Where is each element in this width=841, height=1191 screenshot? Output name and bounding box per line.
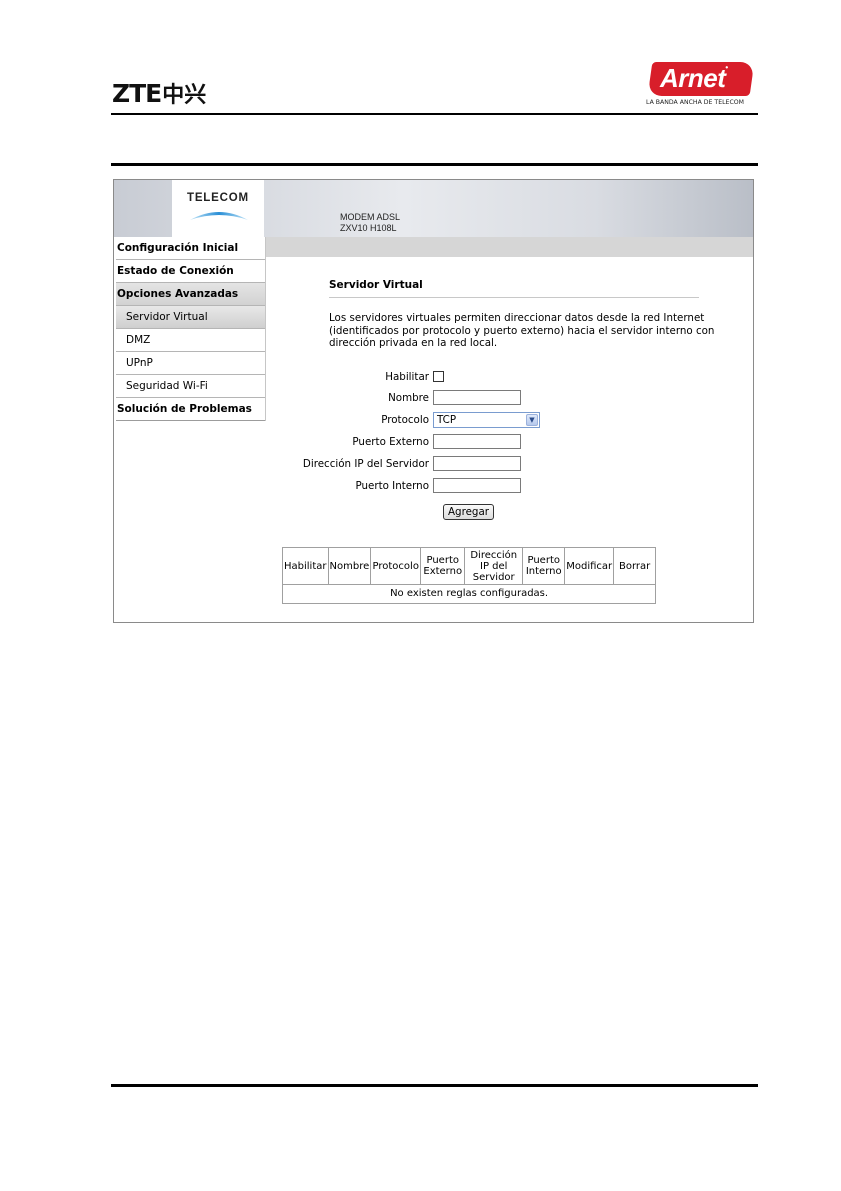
col-header-protocolo: Protocolo <box>370 547 422 585</box>
top-subbar <box>266 237 753 257</box>
col-header-puerto-interno-line1: Puerto <box>527 555 560 566</box>
server-ip-input[interactable] <box>433 456 521 471</box>
col-header-modificar: Modificar <box>564 547 615 585</box>
col-header-puerto-externo: Puerto Externo <box>420 547 466 585</box>
internal-port-input[interactable] <box>433 478 521 493</box>
internal-port-label: Puerto Interno <box>355 480 429 492</box>
external-port-input[interactable] <box>433 434 521 449</box>
col-header-puerto-interno: Puerto Interno <box>522 547 566 585</box>
model-line-2: ZXV10 H108L <box>340 223 397 233</box>
sidebar-item-servidor-virtual[interactable]: Servidor Virtual <box>116 306 265 329</box>
col-header-habilitar: Habilitar <box>282 547 329 585</box>
col-header-borrar: Borrar <box>613 547 657 585</box>
col-header-ip-line1: Dirección <box>470 549 518 561</box>
col-header-ip-servidor: Dirección IP del Servidor <box>464 547 524 585</box>
section-divider <box>111 163 758 166</box>
protocol-select[interactable]: TCP ▼ <box>433 412 540 428</box>
router-ui-screenshot: TELECOM MODEM ADSL ZXV10 H108L Configura… <box>113 179 754 623</box>
add-button[interactable]: Agregar <box>443 504 495 520</box>
arnet-tagline: LA BANDA ANCHA DE TELECOM <box>646 99 745 106</box>
col-header-nombre: Nombre <box>327 547 372 585</box>
sidebar-item-estado-conexion[interactable]: Estado de Conexión <box>116 260 265 283</box>
col-header-puerto-interno-line2: Interno <box>525 566 562 577</box>
arnet-logo: Arnet• LA BANDA ANCHA DE TELECOM <box>646 60 756 110</box>
table-row: No existen reglas configuradas. <box>281 584 657 604</box>
server-ip-label: Dirección IP del Servidor <box>302 458 429 470</box>
protocol-selected-value: TCP <box>437 414 457 426</box>
sidebar-nav: Configuración Inicial Estado de Conexión… <box>116 237 266 421</box>
chevron-down-icon[interactable]: ▼ <box>526 414 538 426</box>
col-header-puerto-externo-line1: Puerto <box>426 555 459 566</box>
sidebar-item-opciones-avanzadas[interactable]: Opciones Avanzadas <box>116 283 265 306</box>
rules-table: Habilitar Nombre Protocolo Puerto Extern… <box>281 547 657 604</box>
header-divider <box>111 113 758 115</box>
sidebar-item-seguridad-wifi[interactable]: Seguridad Wi-Fi <box>116 375 265 398</box>
banner: TELECOM MODEM ADSL ZXV10 H108L <box>114 180 753 237</box>
zte-logo-chinese: 中兴 <box>162 83 207 108</box>
name-label: Nombre <box>388 392 429 404</box>
page-title: Servidor Virtual <box>329 279 423 291</box>
name-input[interactable] <box>433 390 521 405</box>
model-label: MODEM ADSL ZXV10 H108L <box>340 212 400 234</box>
page-description: Los servidores virtuales permiten direcc… <box>329 312 715 349</box>
model-line-1: MODEM ADSL <box>340 212 401 222</box>
telecom-arc-icon <box>190 212 248 220</box>
enable-label: Habilitar <box>385 371 429 383</box>
title-divider <box>329 297 699 298</box>
main-content: Servidor Virtual Los servidores virtuale… <box>266 257 753 622</box>
sidebar-item-dmz[interactable]: DMZ <box>116 329 265 352</box>
sidebar-item-upnp[interactable]: UPnP <box>116 352 265 375</box>
telecom-logo: TELECOM <box>172 180 264 237</box>
sidebar-item-solucion-problemas[interactable]: Solución de Problemas <box>116 398 265 421</box>
enable-checkbox[interactable] <box>433 371 444 382</box>
telecom-wordmark: TELECOM <box>187 192 249 204</box>
col-header-puerto-externo-line2: Externo <box>423 566 463 577</box>
external-port-label: Puerto Externo <box>352 436 429 448</box>
rules-table-header-row: Habilitar Nombre Protocolo Puerto Extern… <box>282 547 657 585</box>
protocol-label: Protocolo <box>381 414 429 426</box>
footer-divider <box>111 1084 758 1087</box>
sidebar-item-configuracion-inicial[interactable]: Configuración Inicial <box>116 237 265 260</box>
col-header-ip-line3: Servidor <box>472 571 515 583</box>
arnet-wordmark: Arnet <box>660 63 726 93</box>
zte-logo: ZTE中兴 <box>112 80 206 110</box>
zte-logo-latin: ZTE <box>112 79 162 108</box>
col-header-ip-line2: IP del <box>480 560 508 572</box>
empty-rules-message: No existen reglas configuradas. <box>281 584 657 604</box>
